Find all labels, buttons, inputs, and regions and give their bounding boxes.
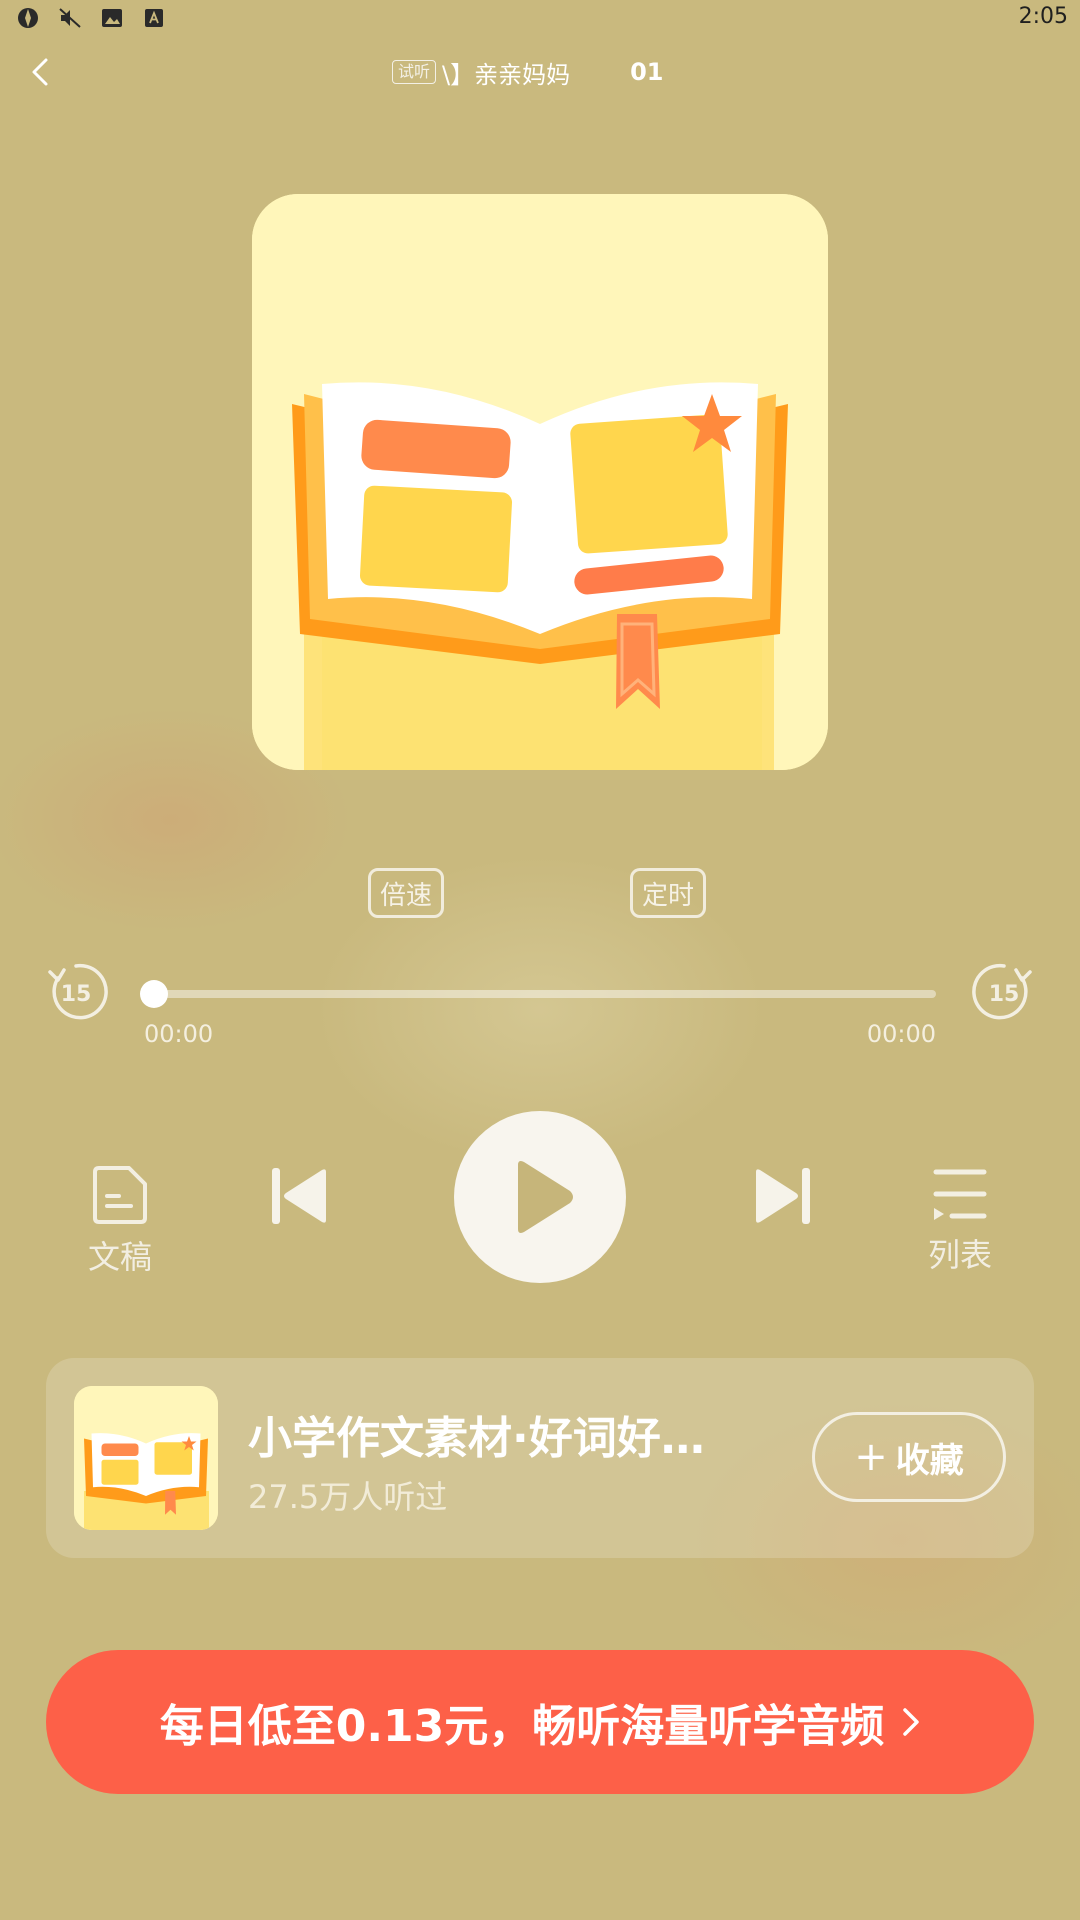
text-app-icon bbox=[142, 6, 166, 30]
player-screen: 2:05 试听 \】亲亲妈妈 01 倍速 定时 15 15 00:00 00:0… bbox=[0, 0, 1080, 1920]
forward-15-button[interactable]: 15 bbox=[972, 960, 1036, 1024]
app-icon bbox=[16, 6, 40, 30]
promo-text: 每日低至0.13元，畅听海量听学音频 bbox=[159, 1701, 885, 1752]
document-icon bbox=[93, 1166, 147, 1224]
track-title: \】亲亲妈妈 bbox=[442, 60, 571, 89]
album-listen-count: 27.5万人听过 bbox=[248, 1478, 448, 1516]
status-bar: 2:05 bbox=[0, 0, 1080, 40]
transcript-label: 文稿 bbox=[87, 1238, 152, 1276]
mute-icon bbox=[58, 6, 82, 30]
book-thumbnail-icon bbox=[74, 1386, 218, 1530]
album-card[interactable]: 小学作文素材·好词好… 27.5万人听过 + 收藏 bbox=[46, 1358, 1034, 1558]
total-time: 00:00 bbox=[866, 1020, 936, 1048]
skip-previous-icon bbox=[272, 1168, 326, 1224]
timer-button[interactable]: 定时 bbox=[630, 868, 706, 918]
favorite-button[interactable]: + 收藏 bbox=[812, 1412, 1006, 1502]
rewind-15-button[interactable]: 15 bbox=[44, 960, 108, 1024]
status-icons bbox=[16, 6, 166, 30]
speed-button[interactable]: 倍速 bbox=[368, 868, 444, 918]
forward-15-icon: 15 bbox=[972, 963, 1032, 1020]
next-track-button[interactable] bbox=[752, 1164, 814, 1228]
playlist-button[interactable]: 列表 bbox=[920, 1164, 1000, 1276]
current-time: 00:00 bbox=[144, 1020, 214, 1048]
play-button[interactable] bbox=[454, 1111, 626, 1283]
album-title: 小学作文素材·好词好… bbox=[248, 1413, 705, 1464]
playlist-icon bbox=[933, 1169, 987, 1220]
plus-icon: + bbox=[854, 1434, 888, 1480]
playlist-label: 列表 bbox=[927, 1236, 992, 1274]
status-time: 2:05 bbox=[1018, 4, 1068, 29]
chevron-right-icon bbox=[903, 1708, 920, 1736]
rewind-seconds: 15 bbox=[61, 982, 92, 1007]
trial-badge: 试听 bbox=[392, 60, 437, 84]
album-thumbnail bbox=[74, 1386, 218, 1530]
album-cover bbox=[252, 194, 828, 770]
transcript-button[interactable]: 文稿 bbox=[80, 1164, 160, 1278]
image-icon bbox=[100, 6, 124, 30]
favorite-label: 收藏 bbox=[895, 1440, 964, 1481]
skip-next-icon bbox=[756, 1168, 810, 1224]
previous-track-button[interactable] bbox=[268, 1164, 330, 1228]
play-icon bbox=[518, 1161, 573, 1233]
promo-banner[interactable]: 每日低至0.13元，畅听海量听学音频 bbox=[46, 1650, 1034, 1794]
open-book-illustration bbox=[252, 194, 828, 770]
header-title: 试听 \】亲亲妈妈 01 bbox=[392, 52, 664, 92]
chevron-left-icon bbox=[32, 58, 48, 86]
forward-seconds: 15 bbox=[989, 982, 1020, 1007]
progress-track[interactable] bbox=[154, 990, 936, 998]
progress-knob[interactable] bbox=[140, 980, 168, 1008]
back-button[interactable] bbox=[20, 50, 64, 94]
track-number: 01 bbox=[630, 58, 664, 86]
rewind-15-icon: 15 bbox=[48, 963, 108, 1020]
